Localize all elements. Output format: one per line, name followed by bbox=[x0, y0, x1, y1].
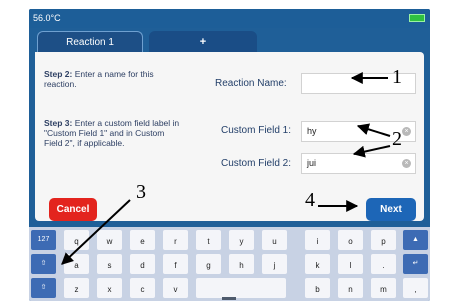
annotation-2: 2 bbox=[392, 128, 402, 150]
screenshot-frame: 56.0°C Reaction 1 + Step 2: Enter a name… bbox=[0, 0, 462, 305]
arrow-2a bbox=[356, 123, 391, 137]
annotation-3: 3 bbox=[136, 181, 146, 203]
arrow-2b bbox=[352, 145, 391, 158]
annotation-1: 1 bbox=[392, 66, 402, 88]
arrow-3 bbox=[61, 199, 131, 265]
annotation-arrows bbox=[61, 72, 391, 265]
annotation-4: 4 bbox=[305, 189, 315, 211]
